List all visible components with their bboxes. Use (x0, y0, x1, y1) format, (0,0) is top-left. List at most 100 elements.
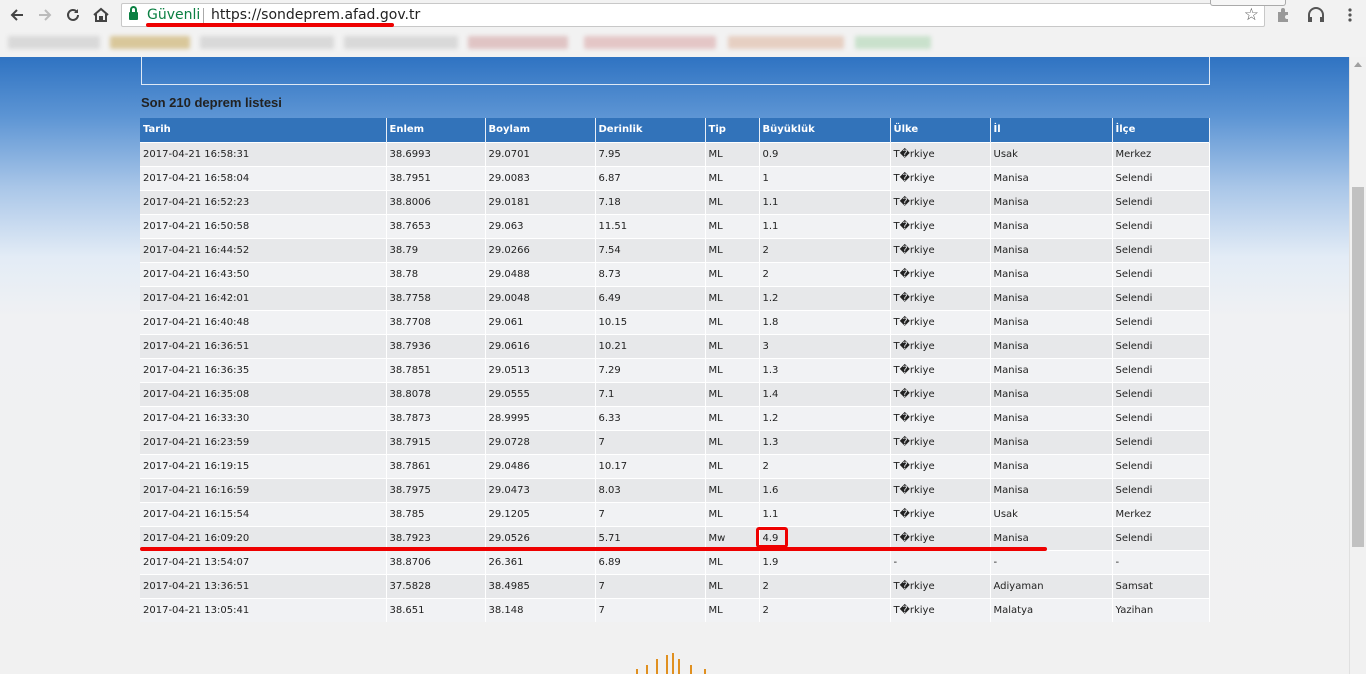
table-cell: Selendi (1112, 261, 1210, 286)
table-cell: 37.5828 (386, 573, 486, 598)
scroll-thumb[interactable] (1352, 187, 1364, 547)
column-header: Enlem (386, 118, 486, 142)
table-cell: 29.063 (485, 213, 596, 238)
table-cell: 1.3 (759, 357, 891, 382)
table-cell: 2017-04-21 16:36:35 (140, 357, 387, 382)
table-cell: 2 (759, 597, 891, 622)
table-cell: 1 (759, 165, 891, 190)
table-cell: 29.0266 (485, 237, 596, 262)
table-cell: 2017-04-21 16:16:59 (140, 477, 387, 502)
forward-arrow-icon[interactable] (34, 4, 56, 26)
table-cell: 29.0616 (485, 333, 596, 358)
browser-toolbar: Güvenli https://sondeprem.afad.gov.tr ☆ (0, 0, 1366, 30)
table-cell: 38.6993 (386, 141, 486, 166)
table-cell: 2017-04-21 13:36:51 (140, 573, 387, 598)
table-row: 2017-04-21 16:52:23 38.8006 29.0181 7.18 ML 1… (140, 189, 1210, 214)
table-cell: 8.03 (595, 477, 706, 502)
table-cell: 38.7951 (386, 165, 486, 190)
table-cell: ML (705, 405, 760, 430)
table-cell: 1.1 (759, 501, 891, 526)
table-cell: 2017-04-21 16:43:50 (140, 261, 387, 286)
table-cell: Manisa (990, 453, 1113, 478)
table-cell: 2017-04-21 16:42:01 (140, 285, 387, 310)
table-cell: Selendi (1112, 381, 1210, 406)
table-cell: 38.4985 (485, 573, 596, 598)
table-cell: ML (705, 549, 760, 574)
table-row: 2017-04-21 13:36:51 37.5828 38.4985 7 ML 2 T�r… (140, 573, 1210, 598)
table-cell: T�rkiye (890, 261, 991, 286)
table-cell: Selendi (1112, 333, 1210, 358)
table-cell: Selendi (1112, 309, 1210, 334)
table-cell: 6.49 (595, 285, 706, 310)
table-cell: 11.51 (595, 213, 706, 238)
table-row: 2017-04-21 13:54:07 38.8706 26.361 6.89 ML 1.… (140, 549, 1210, 574)
table-cell: 2017-04-21 16:19:15 (140, 453, 387, 478)
bookmark-item[interactable] (468, 36, 568, 49)
table-cell: 38.7936 (386, 333, 486, 358)
table-row: 2017-04-21 16:15:54 38.785 29.1205 7 ML 1.1 T�… (140, 501, 1210, 526)
table-row: 2017-04-21 16:58:04 38.7951 29.0083 6.87 ML 1… (140, 165, 1210, 190)
table-cell: 38.7851 (386, 357, 486, 382)
column-header: Boylam (485, 118, 596, 142)
table-cell: Merkez (1112, 141, 1210, 166)
bookmark-item[interactable] (8, 36, 100, 49)
headphones-icon[interactable] (1306, 5, 1326, 25)
table-row: 2017-04-21 16:42:01 38.7758 29.0048 6.49 ML 1… (140, 285, 1210, 310)
table-cell: 2017-04-21 16:44:52 (140, 237, 387, 262)
bookmark-item[interactable] (855, 36, 931, 49)
table-cell: 29.061 (485, 309, 596, 334)
menu-dots-icon[interactable] (1340, 5, 1360, 25)
table-cell: T�rkiye (890, 285, 991, 310)
table-row: 2017-04-21 16:50:58 38.7653 29.063 11.51 ML 1… (140, 213, 1210, 238)
table-cell: Adiyaman (990, 573, 1113, 598)
table-row: 2017-04-21 13:05:41 38.651 38.148 7 ML 2 T�rki… (140, 597, 1210, 622)
bookmark-item[interactable] (110, 36, 190, 49)
bookmark-item[interactable] (728, 36, 844, 49)
table-cell: T�rkiye (890, 213, 991, 238)
red-annotation-line (140, 547, 1047, 551)
back-arrow-icon[interactable] (6, 4, 28, 26)
table-row: 2017-04-21 16:19:15 38.7861 29.0486 10.17 ML… (140, 453, 1210, 478)
table-row: 2017-04-21 16:43:50 38.78 29.0488 8.73 ML 2 T�… (140, 261, 1210, 286)
table-cell: Usak (990, 141, 1113, 166)
home-icon[interactable] (90, 4, 112, 26)
table-cell: - (890, 549, 991, 574)
scrollbar[interactable] (1349, 57, 1366, 674)
table-cell: 29.0488 (485, 261, 596, 286)
table-cell: ML (705, 429, 760, 454)
table-cell: 2 (759, 237, 891, 262)
table-cell: Manisa (990, 309, 1113, 334)
reload-icon[interactable] (62, 4, 84, 26)
table-cell: 38.7873 (386, 405, 486, 430)
omnibox-separator (203, 8, 204, 23)
secure-label: Güvenli (147, 7, 201, 23)
scroll-up-icon[interactable] (1354, 62, 1362, 67)
table-cell: 7.29 (595, 357, 706, 382)
bookmark-item[interactable] (200, 36, 334, 49)
column-header: Büyüklük (759, 118, 891, 142)
table-cell: 29.0513 (485, 357, 596, 382)
puzzle-icon[interactable] (1273, 5, 1293, 25)
table-row: 2017-04-21 16:35:08 38.8078 29.0555 7.1 ML 1.… (140, 381, 1210, 406)
table-cell: 7 (595, 573, 706, 598)
table-cell: 38.8006 (386, 189, 486, 214)
table-cell: 38.7653 (386, 213, 486, 238)
url-text[interactable]: https://sondeprem.afad.gov.tr (211, 7, 420, 23)
table-cell: Selendi (1112, 357, 1210, 382)
table-cell: Malatya (990, 597, 1113, 622)
table-cell: 1.8 (759, 309, 891, 334)
table-cell: T�rkiye (890, 597, 991, 622)
star-icon[interactable]: ☆ (1244, 5, 1259, 25)
bookmark-item[interactable] (584, 36, 716, 49)
table-cell: Manisa (990, 405, 1113, 430)
bookmark-item[interactable] (344, 36, 458, 49)
table-cell: T�rkiye (890, 477, 991, 502)
table-cell: 10.17 (595, 453, 706, 478)
table-cell: 7.95 (595, 141, 706, 166)
column-header: İlçe (1112, 118, 1210, 142)
table-cell: Selendi (1112, 477, 1210, 502)
table-cell: 2 (759, 573, 891, 598)
table-cell: Selendi (1112, 525, 1210, 550)
table-cell: Manisa (990, 381, 1113, 406)
table-cell: Samsat (1112, 573, 1210, 598)
